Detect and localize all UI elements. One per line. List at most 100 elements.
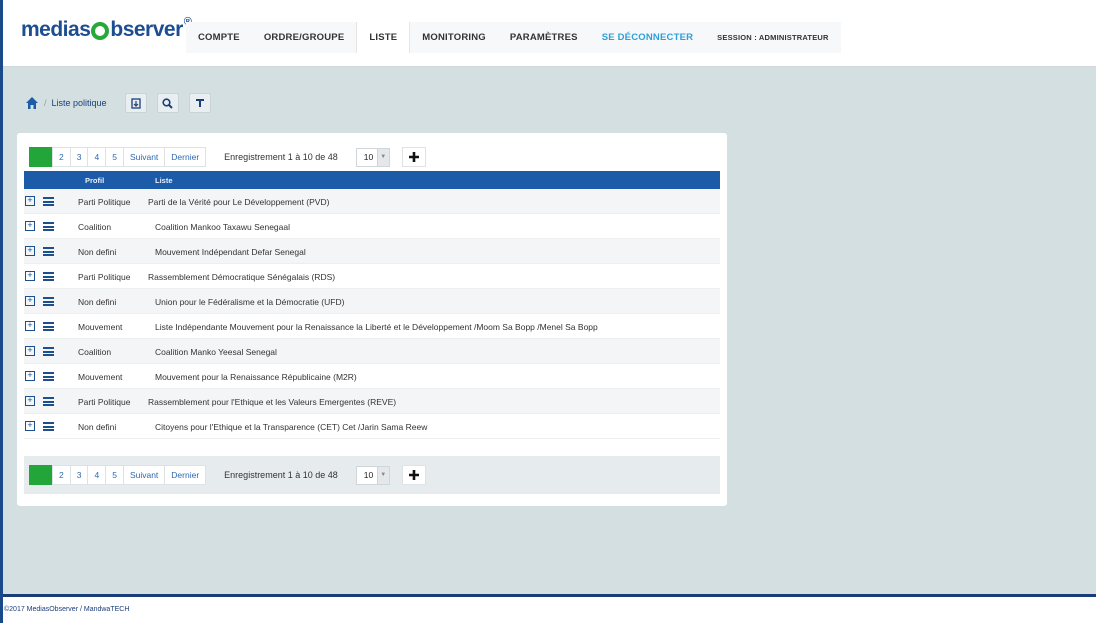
- logo-text-medias: medias: [21, 18, 91, 41]
- table-row[interactable]: + Parti Politique Parti de la Vérité pou…: [24, 189, 720, 214]
- menu-icon[interactable]: [43, 397, 54, 406]
- breadcrumb-separator: /: [44, 98, 47, 108]
- next-page-bottom[interactable]: Suivant: [122, 465, 166, 485]
- add-button-bottom[interactable]: [401, 465, 426, 485]
- app-header: medias bserver ® COMPTE ORDRE/GROUPE LIS…: [3, 0, 1096, 67]
- page-3[interactable]: 3: [69, 147, 89, 167]
- cell-profil: Coalition: [78, 347, 112, 357]
- col-header-liste: Liste: [155, 175, 173, 185]
- expand-icon[interactable]: +: [25, 371, 35, 381]
- page-2-bottom[interactable]: 2: [52, 465, 71, 485]
- table-row[interactable]: + Parti Politique Rassemblement Démocrat…: [24, 264, 720, 289]
- last-page-bottom[interactable]: Dernier: [164, 465, 207, 485]
- cell-profil: Mouvement: [78, 322, 123, 332]
- cell-liste: Parti de la Vérité pour Le Développement…: [148, 197, 330, 207]
- table-row[interactable]: + Parti Politique Rassemblement pour l'E…: [24, 389, 720, 414]
- search-button[interactable]: [156, 93, 179, 113]
- chevron-down-icon: ▼: [376, 466, 389, 484]
- add-button[interactable]: [401, 147, 426, 167]
- list-panel: 1 2 3 4 5 Suivant Dernier Enregistrement…: [17, 133, 727, 506]
- table-row[interactable]: + Mouvement Liste Indépendante Mouvement…: [24, 314, 720, 339]
- nav-liste[interactable]: LISTE: [356, 22, 411, 53]
- pagination-top: 1 2 3 4 5 Suivant Dernier Enregistrement…: [29, 147, 426, 167]
- expand-icon[interactable]: +: [25, 346, 35, 356]
- menu-icon[interactable]: [43, 222, 54, 231]
- plus-icon: [408, 470, 419, 480]
- expand-icon[interactable]: +: [25, 396, 35, 406]
- page-5-bottom[interactable]: 5: [105, 465, 124, 485]
- export-button[interactable]: [124, 93, 147, 113]
- table-row[interactable]: + Coalition Coalition Manko Yeesal Seneg…: [24, 339, 720, 364]
- nav-ordre-groupe[interactable]: ORDRE/GROUPE: [252, 22, 357, 53]
- page-size-value: 10: [363, 470, 374, 480]
- cell-profil: Coalition: [78, 222, 112, 232]
- menu-icon[interactable]: [43, 422, 54, 431]
- page-4-bottom[interactable]: 4: [87, 465, 107, 485]
- page-1-bottom[interactable]: 1: [29, 465, 53, 485]
- menu-icon[interactable]: [43, 322, 54, 331]
- cell-liste: Rassemblement pour l'Ethique et les Vale…: [148, 397, 397, 407]
- nav-parametres[interactable]: PARAMÈTRES: [498, 22, 590, 53]
- page-size-select[interactable]: 10 ▼: [355, 147, 390, 167]
- cell-liste: Liste Indépendante Mouvement pour la Ren…: [155, 322, 598, 332]
- table-row[interactable]: + Coalition Coalition Mankoo Taxawu Sene…: [24, 214, 720, 239]
- expand-icon[interactable]: +: [25, 296, 35, 306]
- page-1[interactable]: 1: [29, 147, 53, 167]
- filter-button[interactable]: [188, 93, 211, 113]
- cell-profil: Non defini: [78, 297, 117, 307]
- pagination-bottom: 1 2 3 4 5 Suivant Dernier Enregistrement…: [29, 465, 426, 485]
- menu-icon[interactable]: [43, 347, 54, 356]
- expand-icon[interactable]: +: [25, 321, 35, 331]
- cell-profil: Parti Politique: [78, 272, 131, 282]
- table-row[interactable]: + Non defini Mouvement Indépendant Defar…: [24, 239, 720, 264]
- main-nav: COMPTE ORDRE/GROUPE LISTE MONITORING PAR…: [186, 22, 841, 53]
- breadcrumb-current: Liste politique: [51, 98, 107, 108]
- export-icon: [130, 97, 141, 109]
- col-header-profil: Profil: [85, 175, 105, 185]
- menu-icon[interactable]: [43, 272, 54, 281]
- cell-liste: Citoyens pour l'Ethique et la Transparen…: [155, 422, 428, 432]
- home-icon[interactable]: [25, 96, 39, 110]
- menu-icon[interactable]: [43, 372, 54, 381]
- table-row[interactable]: + Non defini Citoyens pour l'Ethique et …: [24, 414, 720, 439]
- expand-icon[interactable]: +: [25, 221, 35, 231]
- expand-icon[interactable]: +: [25, 196, 35, 206]
- page-3-bottom[interactable]: 3: [69, 465, 89, 485]
- logo-ring-icon: [91, 22, 110, 40]
- table-header: Profil Liste: [24, 171, 720, 189]
- expand-icon[interactable]: +: [25, 246, 35, 256]
- menu-icon[interactable]: [43, 197, 54, 206]
- table-body: + Parti Politique Parti de la Vérité pou…: [24, 189, 720, 439]
- nav-compte[interactable]: COMPTE: [186, 22, 252, 53]
- next-page[interactable]: Suivant: [122, 147, 166, 167]
- record-count-bottom: Enregistrement 1 à 10 de 48: [224, 470, 338, 480]
- cell-profil: Non defini: [78, 422, 117, 432]
- page-size-select-bottom[interactable]: 10 ▼: [355, 465, 390, 485]
- table-row[interactable]: + Non defini Union pour le Fédéralisme e…: [24, 289, 720, 314]
- page-5[interactable]: 5: [105, 147, 124, 167]
- logo-text-bserver: bserver: [110, 18, 183, 41]
- cell-liste: Coalition Mankoo Taxawu Senegaal: [155, 222, 290, 232]
- table-row[interactable]: + Mouvement Mouvement pour la Renaissanc…: [24, 364, 720, 389]
- cell-liste: Union pour le Fédéralisme et la Démocrat…: [155, 297, 345, 307]
- cell-liste: Mouvement Indépendant Defar Senegal: [155, 247, 306, 257]
- cell-liste: Rassemblement Démocratique Sénégalais (R…: [148, 272, 336, 282]
- nav-logout[interactable]: SE DÉCONNECTER: [590, 22, 705, 53]
- page-4[interactable]: 4: [87, 147, 107, 167]
- expand-icon[interactable]: +: [25, 271, 35, 281]
- expand-icon[interactable]: +: [25, 421, 35, 431]
- cell-liste: Coalition Manko Yeesal Senegal: [155, 347, 277, 357]
- filter-icon: [195, 99, 204, 107]
- nav-monitoring[interactable]: MONITORING: [410, 22, 498, 53]
- plus-icon: [408, 152, 419, 162]
- record-count: Enregistrement 1 à 10 de 48: [224, 152, 338, 162]
- menu-icon[interactable]: [43, 247, 54, 256]
- cell-profil: Parti Politique: [78, 397, 131, 407]
- cell-profil: Mouvement: [78, 372, 123, 382]
- brand-logo[interactable]: medias bserver ®: [21, 16, 192, 42]
- page-footer: ©2017 MediasObserver / MandwaTECH: [3, 594, 1096, 623]
- copyright-text: ©2017 MediasObserver / MandwaTECH: [4, 606, 130, 613]
- menu-icon[interactable]: [43, 297, 54, 306]
- page-2[interactable]: 2: [52, 147, 71, 167]
- last-page[interactable]: Dernier: [164, 147, 207, 167]
